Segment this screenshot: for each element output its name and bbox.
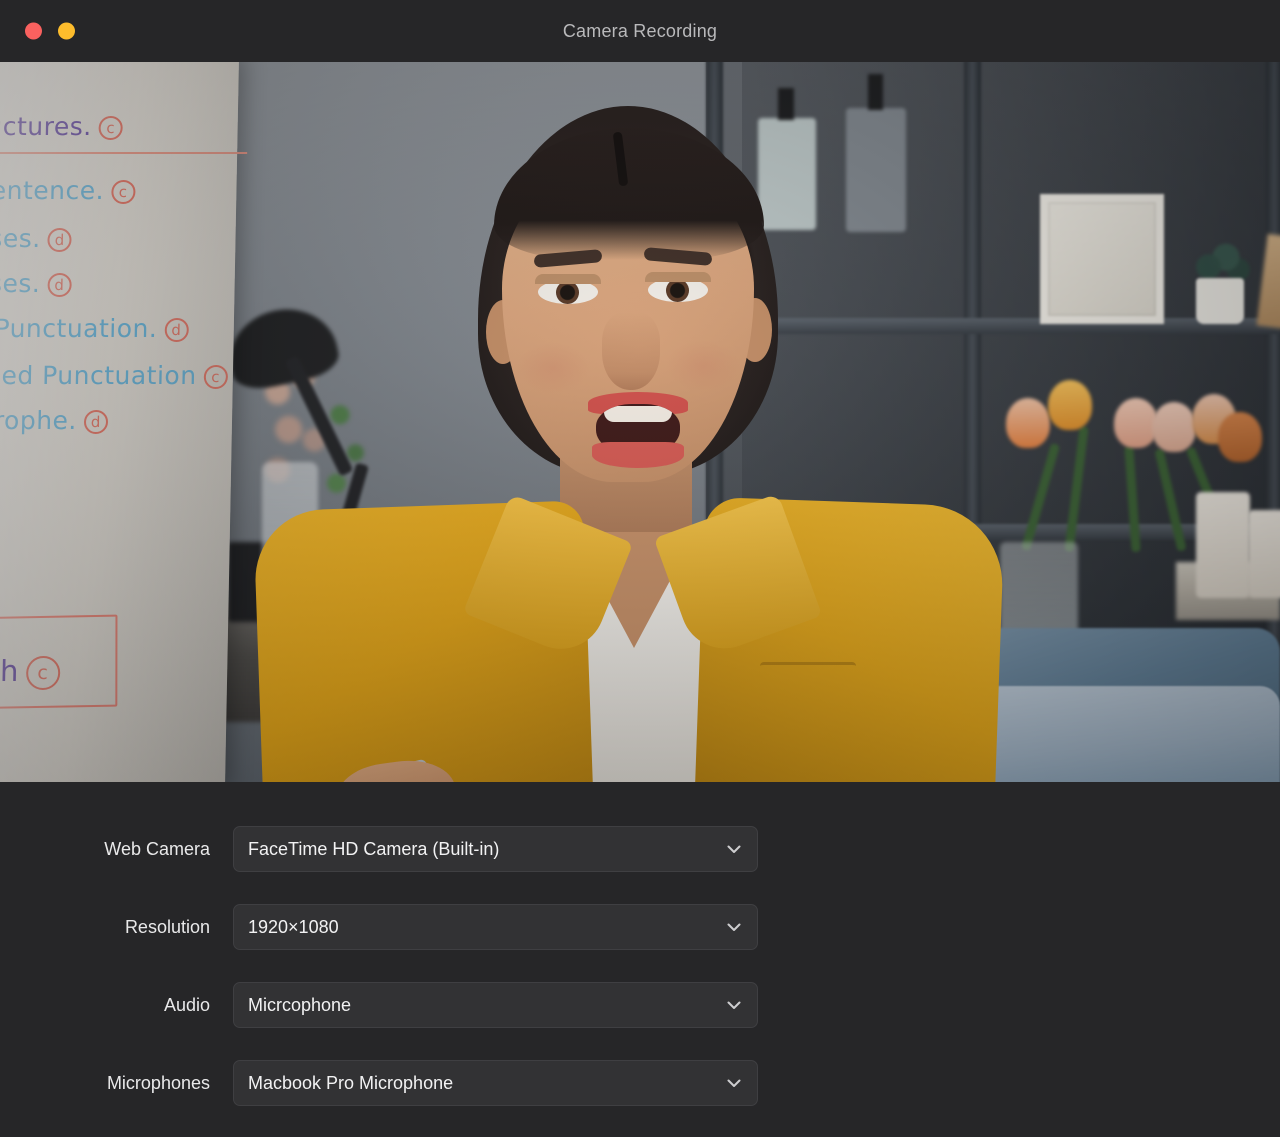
chevron-down-icon <box>725 996 743 1014</box>
settings-form: Web Camera FaceTime HD Camera (Built-in)… <box>0 782 800 1106</box>
shirt-pocket <box>760 662 856 728</box>
lower-lip <box>592 442 684 468</box>
window-titlebar: Camera Recording <box>0 0 1280 62</box>
audio-value: Micrcophone <box>248 994 352 1015</box>
flipchart-sheen <box>0 62 240 782</box>
window-title: Camera Recording <box>562 20 718 41</box>
row-resolution: Resolution 1920×1080 <box>0 904 800 950</box>
eyelid <box>535 274 601 284</box>
flipchart-content: ructures.c Sentence.c ases.d uses.d c Pu… <box>0 62 248 782</box>
minimize-window-icon[interactable] <box>58 22 75 40</box>
label-audio: Audio <box>163 994 210 1015</box>
eyelid <box>645 272 711 282</box>
camera-preview: ructures.c Sentence.c ases.d uses.d c Pu… <box>0 62 1280 782</box>
preview-scene: ructures.c Sentence.c ases.d uses.d c Pu… <box>0 62 1280 782</box>
hair-front <box>494 128 764 260</box>
label-resolution: Resolution <box>124 916 210 937</box>
cheek <box>516 342 590 394</box>
web-camera-select[interactable]: FaceTime HD Camera (Built-in) <box>233 826 758 872</box>
close-window-icon[interactable] <box>25 22 42 40</box>
camera-recording-window: Camera Recording Web Camera FaceTime HD … <box>0 0 1280 1137</box>
audio-select[interactable]: Micrcophone <box>233 982 758 1028</box>
window-traffic-lights <box>25 22 75 40</box>
iris <box>666 279 689 302</box>
iris <box>556 281 579 304</box>
label-microphones: Microphones <box>106 1072 210 1093</box>
nose <box>602 312 660 390</box>
label-web-camera: Web Camera <box>104 838 210 859</box>
row-web-camera: Web Camera FaceTime HD Camera (Built-in) <box>0 826 800 872</box>
resolution-select[interactable]: 1920×1080 <box>233 904 758 950</box>
row-microphones: Microphones Macbook Pro Microphone <box>0 1060 800 1106</box>
teeth <box>604 406 672 422</box>
chevron-down-icon <box>725 840 743 858</box>
resolution-value: 1920×1080 <box>248 916 339 937</box>
cheek <box>666 340 740 392</box>
chevron-down-icon <box>725 1074 743 1092</box>
microphones-select[interactable]: Macbook Pro Microphone <box>233 1060 758 1106</box>
controls-panel: Web Camera FaceTime HD Camera (Built-in)… <box>0 782 1280 1137</box>
row-audio: Audio Micrcophone <box>0 982 800 1028</box>
microphones-value: Macbook Pro Microphone <box>248 1072 454 1093</box>
settings-rows: Web Camera FaceTime HD Camera (Built-in)… <box>0 782 800 1106</box>
chevron-down-icon <box>725 918 743 936</box>
web-camera-value: FaceTime HD Camera (Built-in) <box>248 838 500 859</box>
flipchart-board: ructures.c Sentence.c ases.d uses.d c Pu… <box>0 62 248 782</box>
